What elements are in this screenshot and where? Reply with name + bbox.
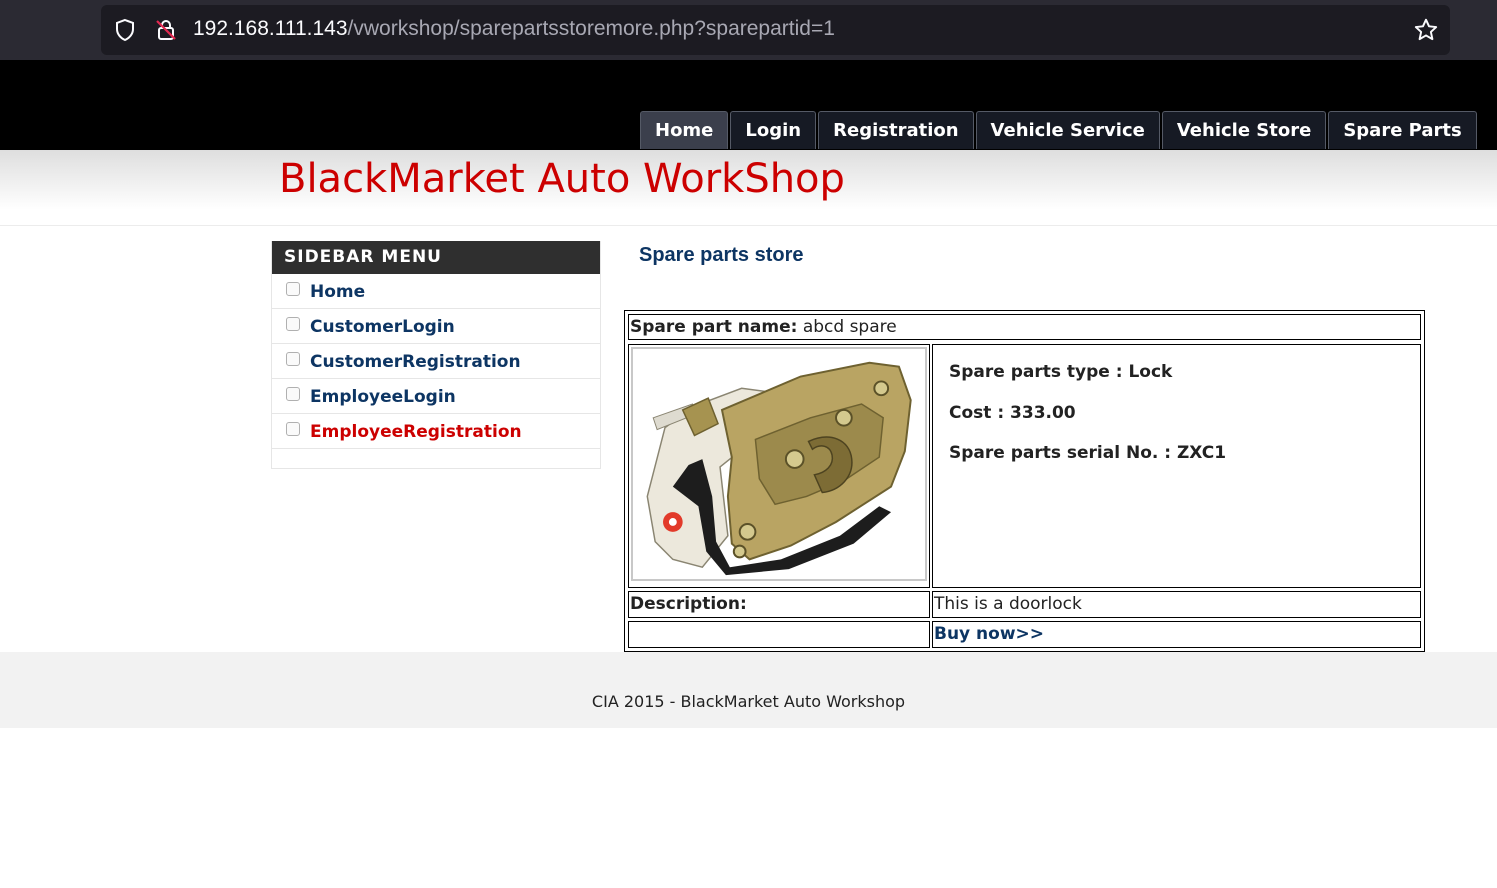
sidebar-item-employee-registration[interactable]: EmployeeRegistration: [272, 414, 600, 449]
sidebar-heading: SIDEBAR MENU: [272, 241, 600, 274]
checkbox-icon: [286, 317, 300, 331]
checkbox-icon: [286, 282, 300, 296]
nav-home[interactable]: Home: [640, 111, 729, 149]
sidebar-item-label[interactable]: EmployeeRegistration: [310, 422, 522, 442]
sidebar-item-employee-login[interactable]: EmployeeLogin: [272, 379, 600, 414]
star-icon[interactable]: [1413, 17, 1439, 43]
shield-icon[interactable]: [113, 18, 137, 42]
main-nav: Home Login Registration Vehicle Service …: [640, 111, 1479, 149]
part-image: [631, 347, 927, 581]
nav-vehicle-service[interactable]: Vehicle Service: [975, 111, 1160, 149]
part-info-cell: Spare parts type : Lock Cost : 333.00 Sp…: [932, 344, 1421, 588]
footer: CIA 2015 - BlackMarket Auto Workshop: [0, 652, 1497, 728]
description-label: Description:: [628, 591, 930, 618]
address-bar[interactable]: 192.168.111.143/vworkshop/sparepartsstor…: [101, 5, 1450, 55]
nav-login[interactable]: Login: [730, 111, 817, 149]
site-title: BlackMarket Auto WorkShop: [279, 156, 845, 202]
buy-cell: Buy now>>: [932, 621, 1421, 648]
sidebar-item-label[interactable]: Home: [310, 282, 365, 302]
part-name-label: Spare part name:: [630, 317, 798, 337]
description-value: This is a doorlock: [932, 591, 1421, 618]
sidebar-menu: Home CustomerLogin CustomerRegistration …: [272, 274, 600, 449]
lock-icon[interactable]: [154, 18, 178, 42]
sidebar-item-label[interactable]: EmployeeLogin: [310, 387, 456, 407]
buy-now-link[interactable]: Buy now>>: [934, 624, 1044, 644]
sidebar-item-label[interactable]: CustomerLogin: [310, 317, 455, 337]
footer-text: CIA 2015 - BlackMarket Auto Workshop: [591, 692, 906, 711]
part-image-cell: [628, 344, 930, 588]
checkbox-icon: [286, 387, 300, 401]
site-header: Home Login Registration Vehicle Service …: [0, 60, 1497, 150]
empty-cell: [628, 621, 930, 648]
sidebar: SIDEBAR MENU Home CustomerLogin Customer…: [271, 241, 601, 469]
nav-registration[interactable]: Registration: [818, 111, 974, 149]
sidebar-item-customer-registration[interactable]: CustomerRegistration: [272, 344, 600, 379]
spare-part-table: Spare part name: abcd spare Spare parts …: [624, 310, 1425, 652]
browser-toolbar: 192.168.111.143/vworkshop/sparepartsstor…: [0, 0, 1497, 60]
nav-vehicle-store[interactable]: Vehicle Store: [1161, 111, 1327, 149]
part-name-value: abcd spare: [802, 317, 897, 337]
part-type: Spare parts type : Lock: [949, 362, 1173, 382]
title-band: BlackMarket Auto WorkShop: [0, 150, 1497, 226]
part-cost: Cost : 333.00: [949, 403, 1076, 423]
part-name-cell: Spare part name: abcd spare: [628, 314, 1421, 340]
url-host: 192.168.111.143: [193, 17, 348, 40]
page-title: Spare parts store: [639, 244, 804, 266]
sidebar-item-customer-login[interactable]: CustomerLogin: [272, 309, 600, 344]
sidebar-item-label[interactable]: CustomerRegistration: [310, 352, 521, 372]
url-path: /vworkshop/sparepartsstoremore.php?spare…: [347, 17, 835, 40]
url-text[interactable]: 192.168.111.143/vworkshop/sparepartsstor…: [193, 17, 835, 41]
nav-spare-parts[interactable]: Spare Parts: [1328, 111, 1477, 149]
sidebar-item-home[interactable]: Home: [272, 274, 600, 309]
checkbox-icon: [286, 352, 300, 366]
checkbox-icon: [286, 422, 300, 436]
part-serial: Spare parts serial No. : ZXC1: [949, 443, 1227, 463]
